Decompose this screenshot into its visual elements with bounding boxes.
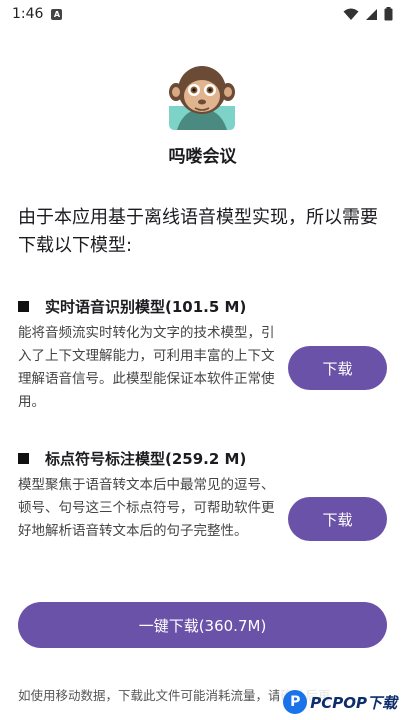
bullet-icon (18, 453, 29, 464)
status-time: 1:46 (12, 6, 44, 22)
bullet-icon (18, 301, 29, 312)
status-right (343, 7, 393, 21)
download-asr-button[interactable]: 下载 (288, 346, 387, 390)
wifi-icon (343, 8, 359, 20)
app-title: 吗喽会议 (168, 147, 237, 167)
status-bar: 1:46 A (0, 0, 405, 28)
watermark-text: PCPOP下载 (310, 693, 397, 712)
watermark: P PCPOP下载 (279, 688, 401, 716)
download-all-button[interactable]: 一键下载(360.7M) (18, 602, 387, 648)
battery-icon (384, 7, 393, 21)
model-description-punctuation: 模型聚焦于语音转文本后中最常见的逗号、顿号、句号这三个标点符号，可帮助软件更好地… (18, 477, 275, 539)
model-title-label: 实时语音识别模型(101.5 M) (45, 298, 247, 316)
status-left: 1:46 A (12, 6, 63, 22)
notification-icon: A (51, 8, 63, 20)
intro-text: 由于本应用基于离线语音模型实现，所以需要下载以下模型: (18, 207, 378, 256)
model-title-punctuation: 标点符号标注模型(259.2 M) (18, 448, 246, 469)
monkey-avatar (169, 66, 235, 130)
signal-icon (366, 8, 377, 20)
model-title-label: 标点符号标注模型(259.2 M) (45, 450, 247, 468)
watermark-logo-icon: P (283, 690, 308, 714)
model-description-asr: 能将音频流实时转化为文字的技术模型，引入了上下文理解能力，可利用丰富的上下文理解… (18, 325, 275, 410)
download-punctuation-button[interactable]: 下载 (288, 497, 387, 541)
model-title-asr: 实时语音识别模型(101.5 M) (18, 296, 246, 317)
